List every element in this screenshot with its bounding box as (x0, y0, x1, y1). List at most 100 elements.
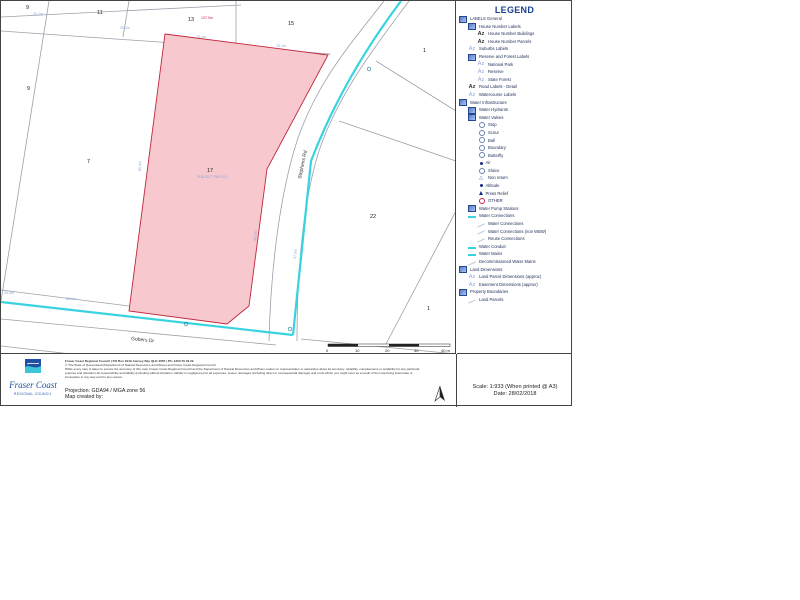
date-text: Date: 28/02/2018 (493, 391, 537, 397)
legend-item-label: OTHER (488, 198, 503, 204)
footer-divider (456, 354, 457, 407)
disclaimer-text: incomplete in any way and for any reason… (65, 375, 123, 380)
parcel-line (338, 120, 455, 162)
parcel-line (1, 345, 66, 353)
triangle-outline-icon: △ (479, 175, 483, 182)
legend-item: Az National Park (459, 61, 572, 69)
legend-item-label: Suburbs Labels (479, 46, 509, 52)
dimension-label: 37.9m (293, 249, 298, 259)
layer-group-icon (468, 53, 476, 61)
map-canvas[interactable]: 9 11 13 15 9 7 17 1 22 1 SUBJECT PARCEL … (1, 1, 456, 354)
layer-group-icon (459, 288, 467, 296)
legend-item: Az Road Labels - Detail (459, 83, 572, 91)
logo-wave-line (26, 362, 40, 365)
layer-group-icon (459, 266, 467, 274)
label-style-icon: Az (477, 61, 485, 68)
legend-item: Az Reserve (459, 68, 572, 76)
point-symbol-icon (479, 184, 483, 188)
map-view[interactable]: 9 11 13 15 9 7 17 1 22 1 SUBJECT PARCEL … (1, 1, 456, 354)
legend-item: Water Connections (459, 212, 572, 220)
legend-item-label: Press Relief (485, 190, 509, 196)
layer-group-icon (468, 23, 476, 31)
road-name-label: Stephens Rd (297, 150, 309, 180)
valve-icon (287, 326, 293, 332)
legend-item-label: Land Parcels (479, 296, 504, 302)
triangle-symbol-icon (478, 191, 483, 196)
legend-item-label: Water Pump Stations (479, 205, 519, 211)
line-symbol-icon (468, 299, 476, 304)
legend-item-label: Water Connections (non WBW) (488, 228, 547, 234)
legend-item-label: Sluice (488, 167, 500, 173)
legend-item-label: Altitude (485, 183, 500, 189)
legend-item: Az Land Parcel Dimensions (approx) (459, 273, 572, 281)
legend-item: Az Watercourse Labels (459, 91, 572, 99)
legend-item-label: Land Parcel Dimensions (approx) (479, 274, 542, 280)
legend-item-label: Air (485, 160, 491, 166)
label-style-icon: Az (468, 46, 476, 53)
label-style-icon: Az (477, 76, 485, 83)
lot-label: 9 (26, 5, 29, 11)
legend-item-label: Butterfly (488, 152, 504, 158)
legend-item-label: Boundary (488, 145, 506, 151)
label-style-icon: Az (468, 84, 476, 91)
line-symbol-icon (468, 216, 476, 219)
dimension-label: 20.1m (120, 26, 130, 30)
parcel-sublabel: SUBJECT PARCEL (197, 175, 228, 179)
legend-item: Az Suburbs Labels (459, 45, 572, 53)
lot-label: 15 (288, 21, 294, 27)
legend-item-label: Stop (488, 122, 497, 128)
legend-item-label: Easement Dimensions (approx) (479, 281, 538, 287)
legend-item: Water Valves (459, 114, 572, 122)
valve-symbol-icon (479, 129, 485, 136)
valve-icon (366, 66, 372, 72)
legend-item-label: Land Dimensions (470, 266, 503, 272)
other-symbol-icon (479, 198, 485, 205)
scale-text: Scale: 1:933 (When printed @ A3) (472, 384, 558, 390)
dimension-label: 20.1m (196, 35, 206, 39)
council-logo: Fraser Coast REGIONAL COUNCIL (8, 359, 57, 396)
legend-item: Property Boundaries (459, 288, 572, 296)
parcel-line (375, 60, 455, 111)
legend-item-label: Water Conduit (479, 243, 506, 249)
legend-item: Air (459, 159, 572, 167)
dimension-label: 85.0m (138, 161, 142, 171)
lot-label: 1 (423, 48, 426, 54)
scale-tick: 10 (355, 348, 360, 353)
legend-item: Water Infrastructure (459, 99, 572, 107)
legend-item-label: House Number Parcels (488, 38, 532, 44)
legend-item-label: House Number Labels (479, 23, 521, 29)
lot-label: 1 (427, 306, 430, 312)
legend-item-label: Water Infrastructure (470, 99, 507, 105)
legend-item-label: Water Mains (479, 251, 503, 257)
label-style-icon: Az (468, 281, 476, 288)
legend-item: △ Non return (459, 174, 572, 182)
legend-panel: LEGEND LABELS General House Number Labels… (457, 1, 572, 354)
parcel-line (1, 1, 50, 302)
legend-item: Scour (459, 129, 572, 137)
lot-label: 13 (188, 17, 194, 23)
legend-item: Az Easement Dimensions (approx) (459, 281, 572, 289)
legend-item-label: Reuse Connections (488, 236, 525, 242)
legend-item: LABELS General (459, 15, 572, 23)
legend-item-label: Reserve (488, 69, 504, 75)
legend-item: Butterfly (459, 152, 572, 160)
legend-item: Boundary (459, 144, 572, 152)
legend-item-label: LABELS General (470, 16, 502, 21)
legend-item-label: Water Hydrants (479, 107, 508, 113)
layer-group-icon (459, 99, 467, 107)
legend-item: Stop (459, 121, 572, 129)
dimension-label: 60.0m (66, 297, 76, 301)
map-created-by: Map created by: (65, 394, 103, 400)
lot-label: 7 (87, 159, 90, 165)
legend-item: House Number Labels (459, 23, 572, 31)
logo-subtext: REGIONAL COUNCIL (14, 392, 52, 396)
legend-item-label: Non return (488, 175, 508, 181)
legend-item-label: House Number Buildings (488, 31, 535, 37)
scale-tick: 0 (326, 348, 329, 353)
legend-item: Reserve and Forest Labels (459, 53, 572, 61)
logo-text: Fraser Coast (8, 380, 57, 390)
legend-item: Press Relief (459, 190, 572, 198)
road-name-label: Gobers Dr (131, 336, 155, 344)
lot-label: 22 (370, 214, 376, 220)
label-style-icon: Az (477, 30, 485, 37)
